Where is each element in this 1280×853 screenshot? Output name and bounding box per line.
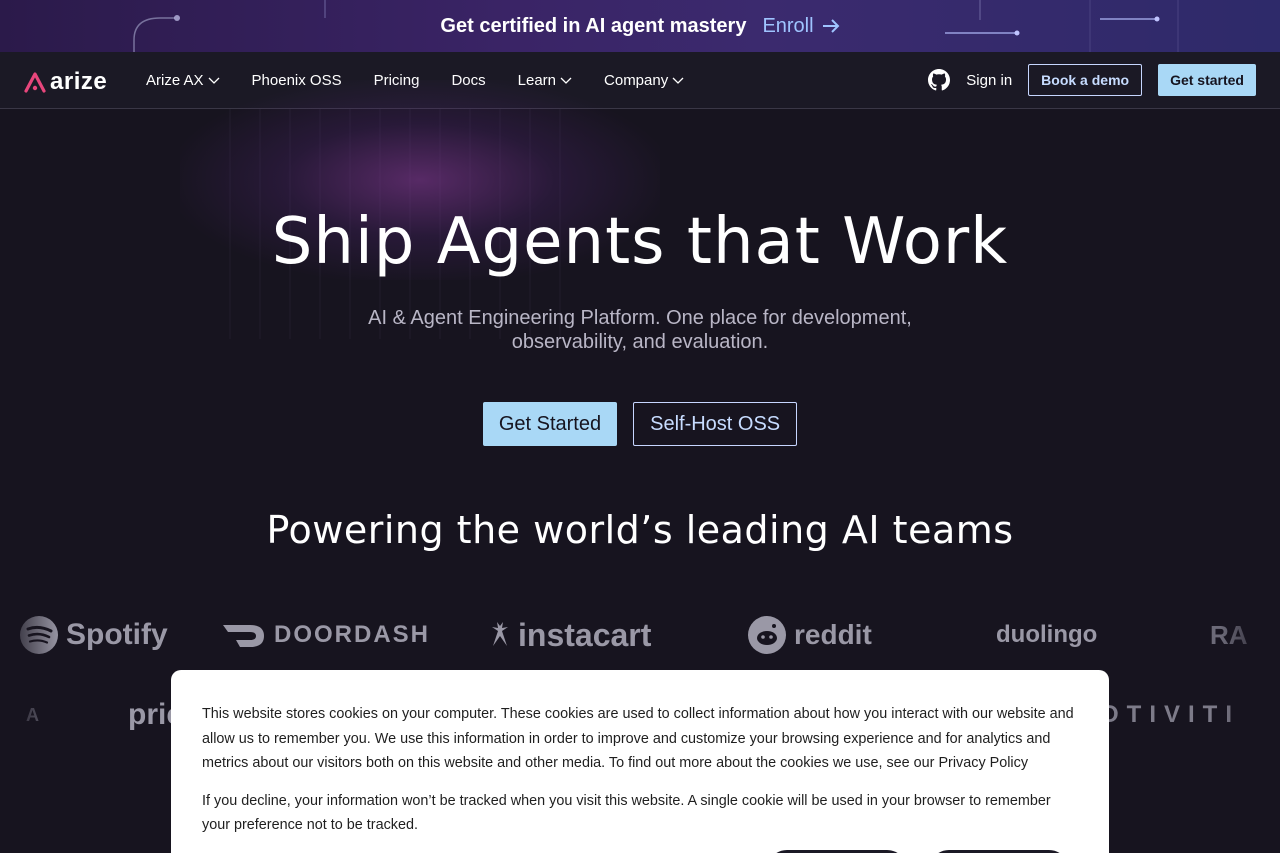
enroll-link[interactable]: Enroll <box>762 15 839 38</box>
announcement-text: Get certified in AI agent mastery <box>440 14 747 37</box>
logo-spotify-text: Spotify <box>66 618 168 651</box>
arrow-right-icon <box>822 19 839 33</box>
arize-logo[interactable]: arize <box>24 68 107 96</box>
logo-cotiviti: OTIVITI <box>1100 690 1240 740</box>
announcement-banner: Get certified in AI agent mastery Enroll <box>0 0 1280 52</box>
enroll-link-label: Enroll <box>762 14 814 37</box>
book-demo-button[interactable]: Book a demo <box>1028 64 1143 96</box>
logo-instacart: instacart <box>490 610 651 660</box>
logo-duolingo: duolingo <box>996 610 1097 660</box>
logos-fade-left <box>0 600 60 750</box>
hero-ctas: Get Started Self-Host OSS <box>0 402 1280 446</box>
logo-duolingo-text: duolingo <box>996 621 1098 648</box>
logo-reddit: reddit <box>748 610 872 660</box>
logo-doordash: DOORDASH <box>222 610 430 660</box>
reddit-icon <box>748 616 786 654</box>
hero-title: Ship Agents that Work <box>271 205 1009 279</box>
arize-logo-icon <box>24 72 46 93</box>
carrot-icon <box>492 622 508 646</box>
page: Get certified in AI agent mastery Enroll… <box>0 0 1280 853</box>
get-started-nav-button[interactable]: Get started <box>1158 64 1256 96</box>
hero-subtitle: AI & Agent Engineering Platform. One pla… <box>368 307 912 353</box>
logos-fade-right <box>1220 600 1280 750</box>
doordash-icon <box>223 625 264 647</box>
cookie-paragraph-1: This website stores cookies on your comp… <box>202 706 1074 771</box>
logo-doordash-text: DOORDASH <box>274 621 431 648</box>
chevron-down-icon <box>672 77 684 84</box>
powering-heading: Powering the world’s leading AI teams <box>266 508 1014 552</box>
cookie-paragraph-2: If you decline, your information won’t b… <box>202 792 1051 834</box>
self-host-oss-button[interactable]: Self-Host OSS <box>633 402 798 446</box>
logo-reddit-text: reddit <box>794 619 872 650</box>
logo-text: arize <box>50 68 108 95</box>
sign-in-link[interactable]: Sign in <box>966 72 1012 89</box>
cookie-consent-dialog: This website stores cookies on your comp… <box>171 670 1109 853</box>
get-started-button[interactable]: Get Started <box>482 402 618 446</box>
customer-logos-row-1: Spotify DOORDASH instacart reddit duolin… <box>0 610 1280 660</box>
nav-right: Sign in Book a demo Get started <box>928 52 1256 108</box>
logo-cotiviti-text: OTIVITI <box>1100 701 1240 728</box>
logo-instacart-text: instacart <box>518 616 652 653</box>
github-icon[interactable] <box>928 69 951 91</box>
